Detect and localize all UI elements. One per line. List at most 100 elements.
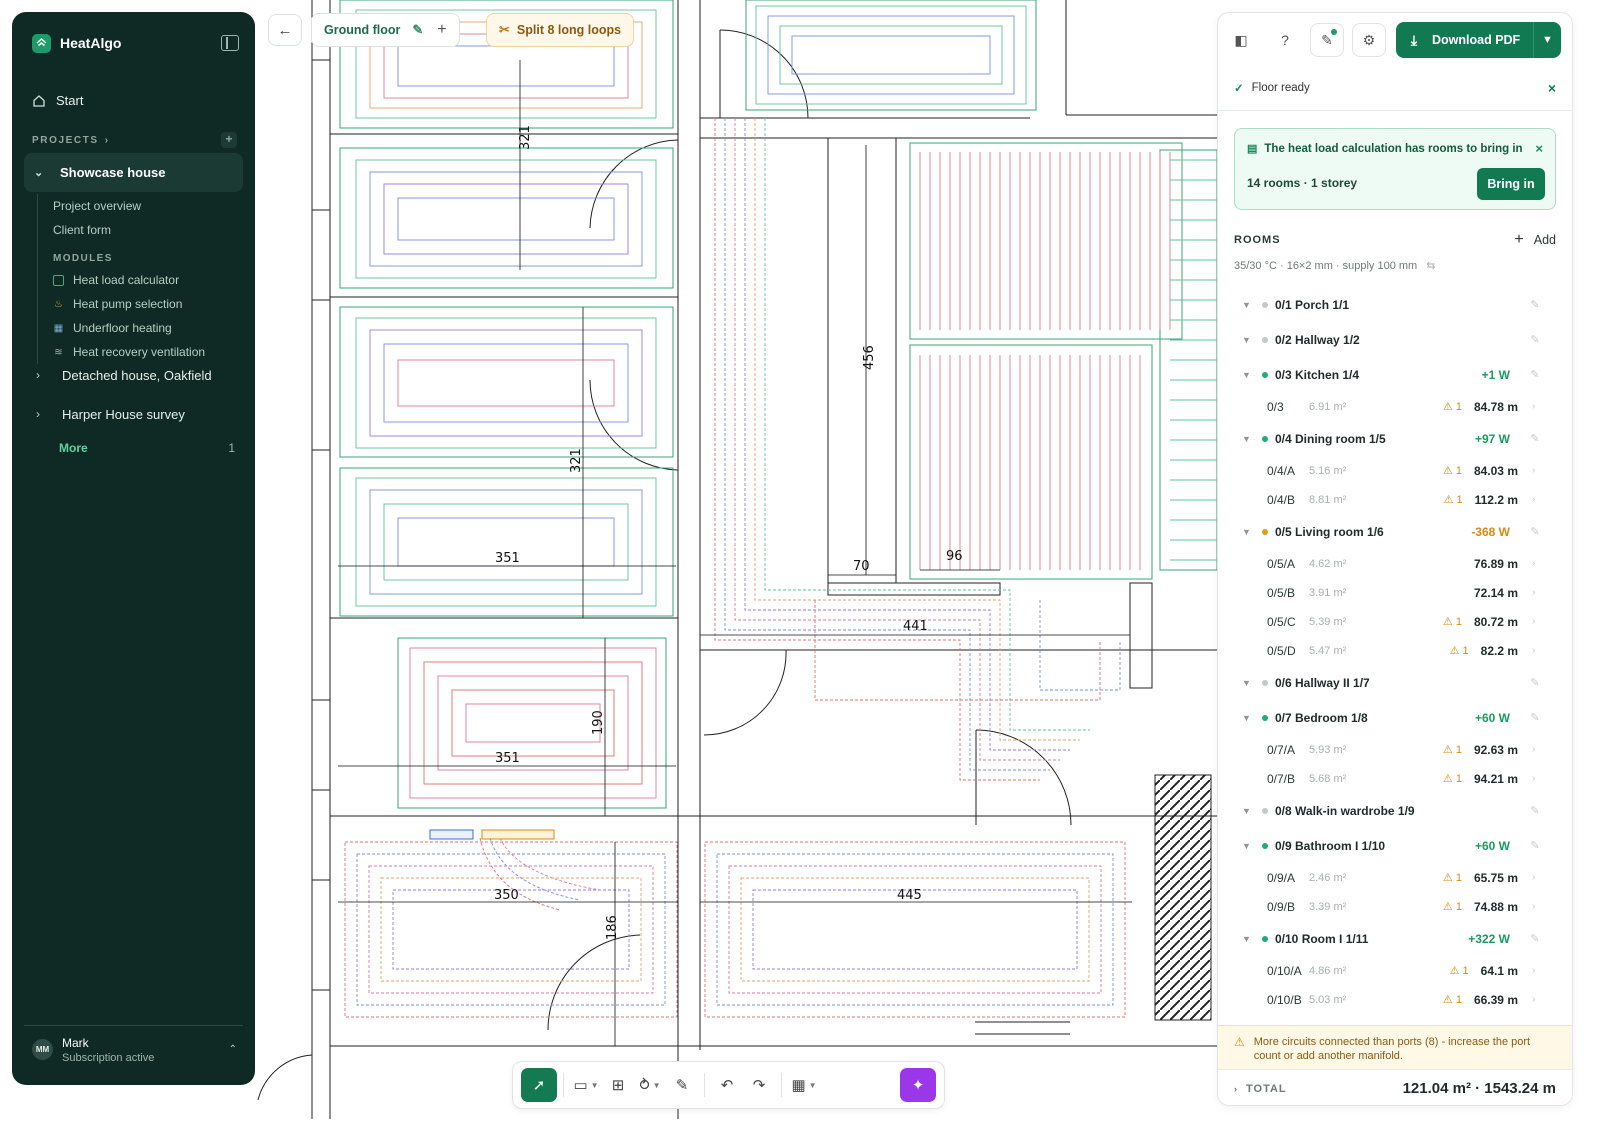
chevron-down-icon[interactable]: ▼	[1242, 370, 1254, 380]
circuit-row[interactable]: 0/5/C 5.39 m² ⚠ 1 80.72 m ›	[1218, 607, 1572, 636]
floor-selector[interactable]: Ground floor ✎ +	[311, 13, 460, 47]
project-showcase-house[interactable]: ⌄ Showcase house	[24, 153, 243, 192]
pencil-icon[interactable]: ✎	[1528, 298, 1542, 311]
room-row[interactable]: ▼ 0/5 Living room 1/6 -368 W ✎	[1218, 514, 1572, 549]
room-row[interactable]: ▼ 0/10 Room I 1/11 +322 W ✎	[1218, 921, 1572, 956]
chevron-down-icon[interactable]: ▼	[1242, 335, 1254, 345]
app-logo-icon	[32, 33, 51, 53]
pencil-icon[interactable]: ✎	[1528, 804, 1542, 817]
table-icon: ▦	[791, 1077, 806, 1094]
loop-parameters[interactable]: 35/30 °C · 16×2 mm · supply 100 mm ⇆	[1234, 259, 1436, 272]
circuit-area: 4.62 m²	[1309, 557, 1347, 570]
redo-button[interactable]: ↷	[743, 1068, 775, 1102]
room-row[interactable]: ▼ 0/8 Walk-in wardrobe 1/9 ✎	[1218, 793, 1572, 828]
add-project-icon[interactable]: +	[221, 132, 237, 148]
pencil-icon[interactable]: ✎	[1528, 525, 1542, 538]
room-name: 0/7 Bedroom 1/8	[1275, 710, 1368, 725]
chevron-down-icon[interactable]: ▼	[1242, 841, 1254, 851]
collapse-sidebar-icon[interactable]	[221, 35, 239, 51]
circuit-row[interactable]: 0/4/B 8.81 m² ⚠ 1 112.2 m ›	[1218, 485, 1572, 514]
chevron-down-icon[interactable]: ▼	[1242, 806, 1254, 816]
nav-heat-recovery-ventilation[interactable]: ≋ Heat recovery ventilation	[38, 340, 247, 364]
pencil-icon[interactable]: ✎	[412, 22, 423, 38]
split-loops-button[interactable]: ✂ Split 8 long loops	[486, 13, 635, 47]
table-view-button[interactable]: ▦ ▼	[788, 1068, 820, 1102]
select-tool-button[interactable]: ➚	[521, 1068, 557, 1102]
bring-in-button[interactable]: Bring in	[1477, 168, 1545, 200]
circuit-row[interactable]: 0/5/A 4.62 m² 76.89 m ›	[1218, 549, 1572, 578]
nav-start[interactable]: Start	[32, 93, 83, 108]
warning-count: 1	[1455, 744, 1462, 756]
circuit-row[interactable]: 0/3 6.91 m² ⚠ 1 84.78 m ›	[1218, 392, 1572, 421]
room-row[interactable]: ▼ 0/6 Hallway II 1/7 ✎	[1218, 665, 1572, 700]
pencil-icon[interactable]: ✎	[1528, 839, 1542, 852]
pencil-icon[interactable]: ✎	[1528, 368, 1542, 381]
pencil-icon[interactable]: ✎	[1528, 711, 1542, 724]
pencil-icon[interactable]: ✎	[1528, 333, 1542, 346]
undo-icon: ↶	[720, 1077, 734, 1094]
route-tool-button[interactable]: ⥁ ▼	[634, 1068, 666, 1102]
chevron-down-icon: ▼	[808, 1080, 817, 1090]
back-button[interactable]: ←	[268, 14, 302, 46]
circuit-row[interactable]: 0/5/B 3.91 m² 72.14 m ›	[1218, 578, 1572, 607]
circuit-row[interactable]: 0/10/A 4.86 m² ⚠ 1 64.1 m ›	[1218, 956, 1572, 985]
chevron-down-icon[interactable]: ▼	[1533, 22, 1561, 58]
nav-client-form[interactable]: Client form	[38, 218, 247, 242]
chevron-down-icon[interactable]: ▼	[1242, 678, 1254, 688]
circuit-row[interactable]: 0/9/B 3.39 m² ⚠ 1 74.88 m ›	[1218, 892, 1572, 921]
chevron-down-icon[interactable]: ▼	[1242, 300, 1254, 310]
gear-icon[interactable]: ⚙	[1352, 23, 1386, 57]
pencil-icon[interactable]: ✎	[1528, 676, 1542, 689]
close-icon[interactable]: ×	[1548, 80, 1556, 96]
room-heat-balance: +1 W	[1481, 367, 1510, 382]
dimension-label: 445	[897, 888, 922, 903]
auto-route-button[interactable]: ✦	[900, 1068, 936, 1102]
chevron-down-icon[interactable]: ▼	[1242, 713, 1254, 723]
room-status-dot	[1262, 714, 1268, 721]
room-row[interactable]: ▼ 0/3 Kitchen 1/4 +1 W ✎	[1218, 357, 1572, 392]
undo-button[interactable]: ↶	[711, 1068, 743, 1102]
room-row[interactable]: ▼ 0/2 Hallway 1/2 ✎	[1218, 322, 1572, 357]
add-room-button[interactable]: + Add	[1514, 231, 1556, 249]
pencil-icon[interactable]: ✎	[1528, 432, 1542, 445]
more-projects[interactable]: More 1	[59, 441, 235, 455]
room-row[interactable]: ▼ 0/9 Bathroom I 1/10 +60 W ✎	[1218, 828, 1572, 863]
pencil-icon[interactable]: ✎	[1528, 932, 1542, 945]
nav-underfloor-heating[interactable]: ▦ Underfloor heating	[38, 316, 247, 340]
grid-tool-button[interactable]: ⊞	[602, 1068, 634, 1102]
circuit-row[interactable]: 0/5/D 5.47 m² ⚠ 1 82.2 m ›	[1218, 636, 1572, 665]
dimension-label: 441	[903, 619, 928, 634]
help-icon[interactable]: ?	[1268, 23, 1302, 57]
rectangle-tool-button[interactable]: ▭ ▼	[570, 1068, 602, 1102]
circuit-row[interactable]: 0/10/B 5.03 m² ⚠ 1 66.39 m ›	[1218, 985, 1572, 1009]
circuit-row[interactable]: 0/4/A 5.16 m² ⚠ 1 84.03 m ›	[1218, 456, 1572, 485]
nav-project-overview[interactable]: Project overview	[38, 194, 247, 218]
total-row[interactable]: › TOTAL 121.04 m² · 1543.24 m	[1218, 1069, 1572, 1105]
chevron-right-icon: ›	[1532, 645, 1536, 656]
circuit-row[interactable]: 0/7/B 5.68 m² ⚠ 1 94.21 m ›	[1218, 764, 1572, 793]
download-pdf-button[interactable]: ⤓ Download PDF ▼	[1396, 22, 1561, 58]
chevron-down-icon[interactable]: ▼	[1242, 934, 1254, 944]
circuit-row[interactable]: 0/7/A 5.93 m² ⚠ 1 92.63 m ›	[1218, 735, 1572, 764]
close-icon[interactable]: ×	[1535, 141, 1543, 156]
notes-icon[interactable]: ✎	[1310, 23, 1344, 57]
pencil-tool-button[interactable]: ✎	[666, 1068, 698, 1102]
circuit-area: 5.93 m²	[1309, 743, 1347, 756]
add-floor-icon[interactable]: +	[437, 21, 446, 39]
circuit-row[interactable]: 0/9/A 2.46 m² ⚠ 1 65.75 m ›	[1218, 863, 1572, 892]
circuit-id: 0/9/A	[1267, 870, 1296, 885]
project-harper-house[interactable]: › Harper House survey	[36, 404, 243, 424]
project-detached-house[interactable]: › Detached house, Oakfield	[36, 365, 243, 385]
nav-heat-load-calculator[interactable]: Heat load calculator	[38, 268, 247, 292]
room-row[interactable]: ▼ 0/7 Bedroom 1/8 +60 W ✎	[1218, 700, 1572, 735]
projects-header[interactable]: PROJECTS › +	[32, 132, 237, 148]
room-row[interactable]: ▼ 0/4 Dining room 1/5 +97 W ✎	[1218, 421, 1572, 456]
user-menu[interactable]: MM Mark Subscription active ⌃	[24, 1025, 243, 1073]
panel-toggle-icon[interactable]: ◧	[1224, 23, 1258, 57]
room-row[interactable]: ▼ 0/1 Porch 1/1 ✎	[1218, 287, 1572, 322]
nav-heat-pump-selection[interactable]: ♨ Heat pump selection	[38, 292, 247, 316]
chevron-down-icon[interactable]: ▼	[1242, 434, 1254, 444]
chevron-right-icon: ›	[1532, 494, 1536, 505]
chevron-down-icon[interactable]: ▼	[1242, 527, 1254, 537]
circuit-id: 0/5/C	[1267, 614, 1296, 629]
